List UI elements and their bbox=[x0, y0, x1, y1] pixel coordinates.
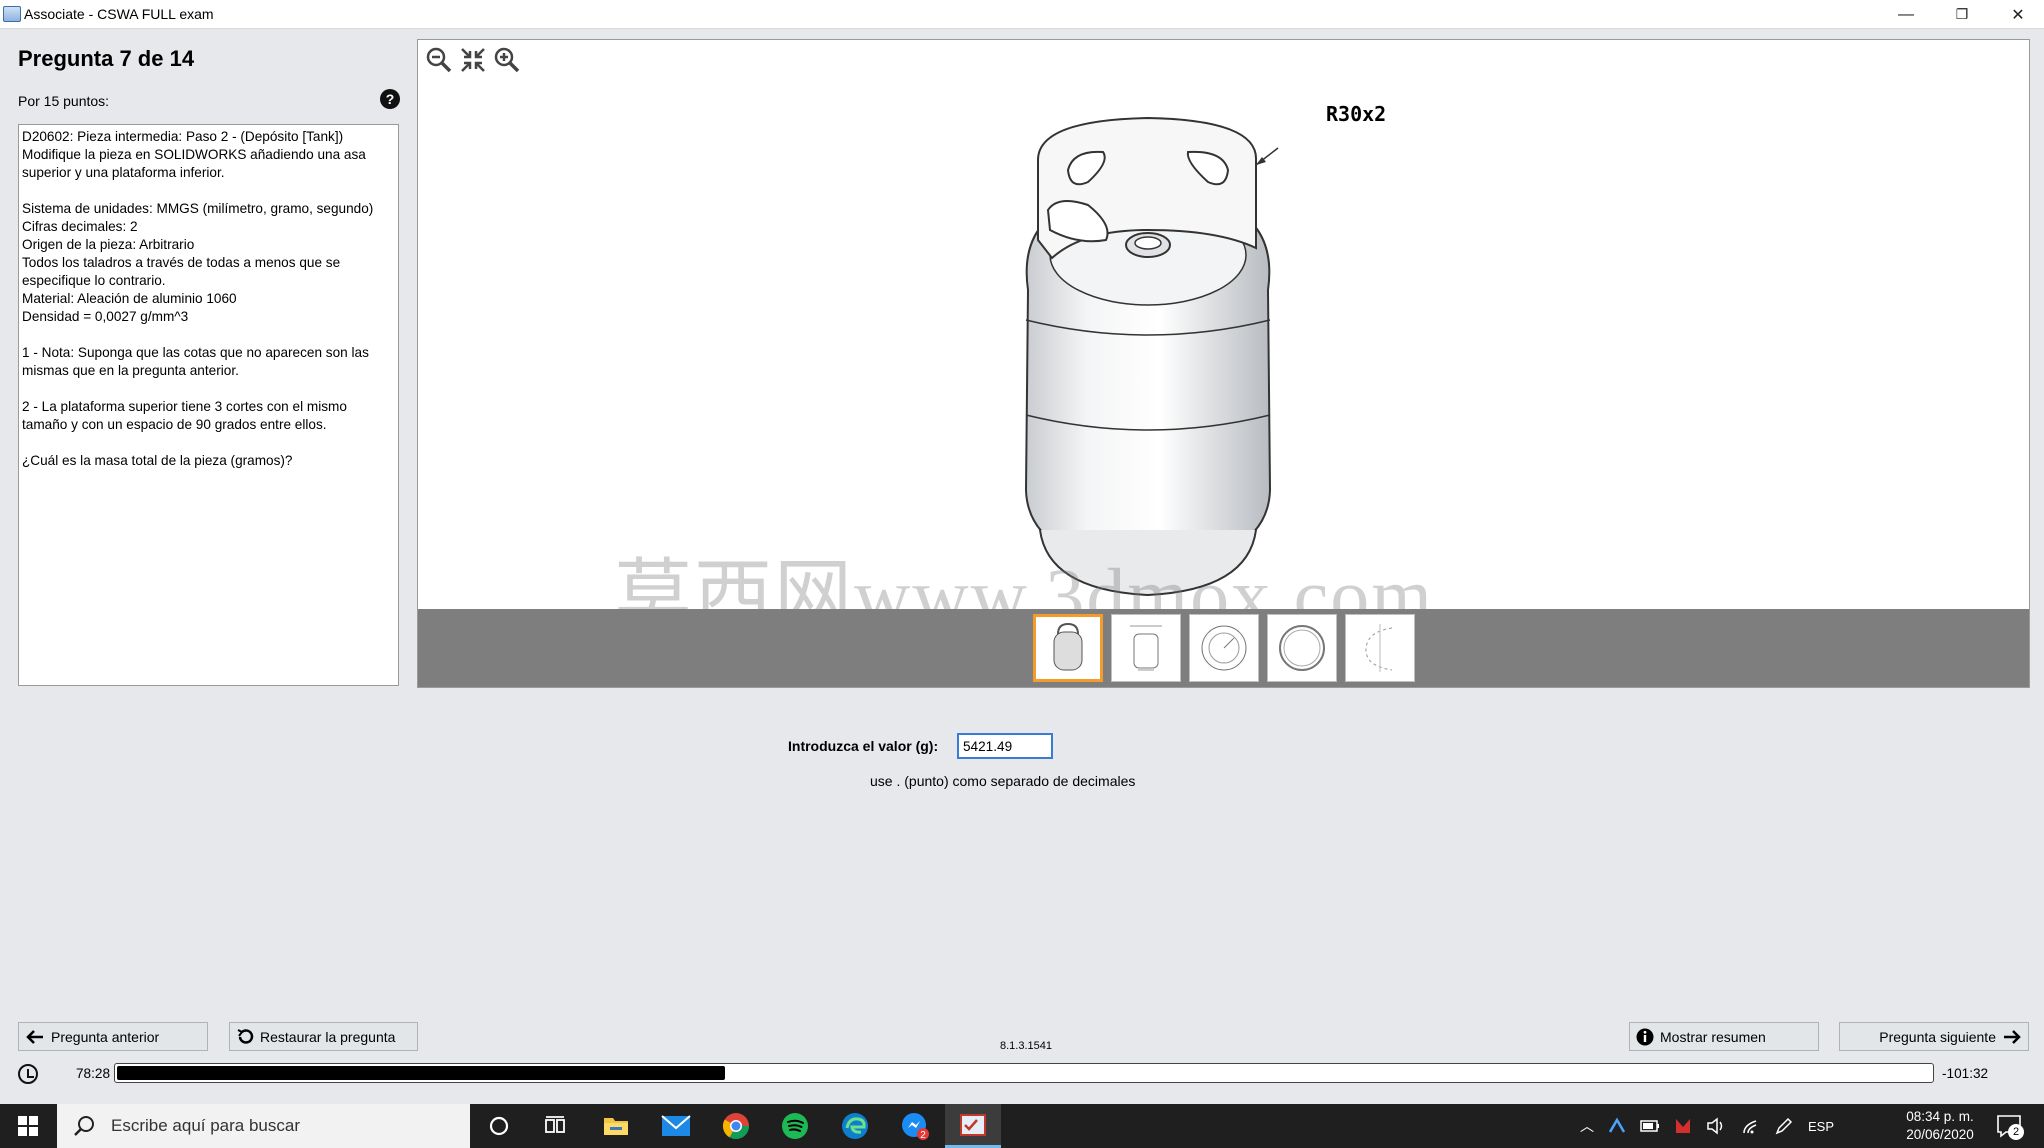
title-bar: Associate - CSWA FULL exam — ❐ ✕ bbox=[0, 0, 2044, 29]
time-elapsed: 78:28 bbox=[76, 1066, 111, 1081]
question-points: Por 15 puntos: bbox=[18, 93, 110, 109]
version-label: 8.1.3.1541 bbox=[1000, 1040, 1052, 1052]
app-icon bbox=[3, 6, 21, 22]
notifications-icon[interactable]: 2 bbox=[1996, 1114, 2024, 1140]
messenger-badge: 2 bbox=[920, 1130, 926, 1141]
wifi-icon[interactable] bbox=[1740, 1117, 1760, 1135]
start-button[interactable] bbox=[0, 1104, 56, 1148]
taskbar-clock[interactable]: 08:34 p. m. 20/06/2020 bbox=[1900, 1108, 1980, 1144]
window-title: Associate - CSWA FULL exam bbox=[24, 6, 214, 22]
question-paragraph: 1 - Nota: Suponga que las cotas que no a… bbox=[22, 345, 369, 378]
minimize-button[interactable]: — bbox=[1876, 0, 1936, 29]
question-text: D20602: Pieza intermedia: Paso 2 - (Depó… bbox=[18, 124, 399, 686]
zoom-out-icon[interactable] bbox=[424, 45, 454, 75]
cortana-icon[interactable] bbox=[471, 1104, 527, 1148]
show-summary-label: Mostrar resumen bbox=[1660, 1028, 1766, 1045]
battery-icon[interactable] bbox=[1640, 1118, 1660, 1134]
question-paragraph: D20602: Pieza intermedia: Paso 2 - (Depó… bbox=[22, 129, 366, 180]
notifications-count: 2 bbox=[2008, 1124, 2024, 1140]
exam-app-taskbar-icon[interactable] bbox=[945, 1104, 1001, 1148]
arrow-left-icon bbox=[26, 1029, 43, 1044]
image-viewer: R30x2 莫西网www.3dmox.com bbox=[417, 39, 2030, 688]
question-paragraph: ¿Cuál es la masa total de la pieza (gram… bbox=[22, 453, 293, 468]
thumbnail-tank-front[interactable] bbox=[1111, 614, 1181, 682]
zoom-in-icon[interactable] bbox=[492, 45, 522, 75]
search-icon bbox=[74, 1116, 94, 1136]
reset-question-button[interactable]: Restaurar la pregunta bbox=[229, 1022, 418, 1051]
tray-app-icon[interactable] bbox=[1608, 1117, 1626, 1135]
messenger-icon[interactable]: 2 bbox=[887, 1104, 943, 1148]
question-title: Pregunta 7 de 14 bbox=[18, 46, 195, 71]
windows-icon bbox=[18, 1116, 38, 1136]
antivirus-icon[interactable] bbox=[1674, 1117, 1692, 1135]
help-icon[interactable]: ? bbox=[380, 89, 400, 109]
thumbnail-top-view[interactable] bbox=[1189, 614, 1259, 682]
close-button[interactable]: ✕ bbox=[1988, 0, 2044, 29]
taskbar-date: 20/06/2020 bbox=[1906, 1127, 1974, 1142]
info-icon bbox=[1636, 1028, 1654, 1045]
taskbar: Escribe aquí para buscar 2 ︿ ESP 08:34 p… bbox=[0, 1104, 2044, 1148]
tray-chevron-up-icon[interactable]: ︿ bbox=[1580, 1116, 1594, 1136]
thumbnail-section-detail[interactable] bbox=[1345, 614, 1415, 682]
task-view-icon[interactable] bbox=[527, 1104, 583, 1148]
question-paragraph: 2 - La plataforma superior tiene 3 corte… bbox=[22, 399, 347, 432]
answer-label: Introduzca el valor (g): bbox=[788, 738, 939, 754]
dimension-label: R30x2 bbox=[1326, 102, 1387, 126]
reset-question-label: Restaurar la pregunta bbox=[260, 1028, 396, 1045]
show-summary-button[interactable]: Mostrar resumen bbox=[1629, 1022, 1819, 1051]
pen-icon[interactable] bbox=[1774, 1116, 1794, 1136]
taskbar-time: 08:34 p. m. bbox=[1906, 1109, 1974, 1124]
mail-icon[interactable] bbox=[648, 1104, 704, 1148]
question-paragraph: Sistema de unidades: MMGS (milímetro, gr… bbox=[22, 201, 374, 324]
time-progress-bar bbox=[114, 1063, 1934, 1083]
zoom-toolbar bbox=[424, 45, 522, 75]
thumbnail-tank-iso[interactable] bbox=[1033, 614, 1103, 682]
thumbnail-strip bbox=[418, 609, 2029, 687]
system-tray: ︿ ESP bbox=[1580, 1104, 1834, 1148]
time-progress-fill bbox=[117, 1066, 725, 1080]
thumbnail-top-view-2[interactable] bbox=[1267, 614, 1337, 682]
next-question-button[interactable]: Pregunta siguiente bbox=[1839, 1022, 2029, 1051]
volume-icon[interactable] bbox=[1706, 1117, 1726, 1135]
answer-hint: use . (punto) como separado de decimales bbox=[870, 773, 1136, 789]
arrow-right-icon bbox=[2004, 1029, 2021, 1044]
input-language[interactable]: ESP bbox=[1808, 1119, 1834, 1134]
edge-icon[interactable] bbox=[827, 1104, 883, 1148]
fit-icon[interactable] bbox=[458, 45, 488, 75]
next-question-label: Pregunta siguiente bbox=[1879, 1028, 1996, 1045]
restore-button[interactable]: ❐ bbox=[1932, 0, 1992, 29]
previous-question-button[interactable]: Pregunta anterior bbox=[18, 1022, 208, 1051]
clock-icon bbox=[18, 1064, 38, 1084]
time-remaining: -101:32 bbox=[1942, 1066, 1989, 1081]
answer-input[interactable] bbox=[957, 733, 1053, 759]
chrome-icon[interactable] bbox=[708, 1104, 764, 1148]
spotify-icon[interactable] bbox=[767, 1104, 823, 1148]
taskbar-search-box[interactable]: Escribe aquí para buscar bbox=[57, 1104, 470, 1148]
undo-icon bbox=[237, 1028, 254, 1044]
tank-model-drawing bbox=[1024, 116, 1279, 597]
previous-question-label: Pregunta anterior bbox=[51, 1028, 160, 1045]
taskbar-search-placeholder: Escribe aquí para buscar bbox=[111, 1116, 300, 1135]
file-explorer-icon[interactable] bbox=[588, 1104, 644, 1148]
